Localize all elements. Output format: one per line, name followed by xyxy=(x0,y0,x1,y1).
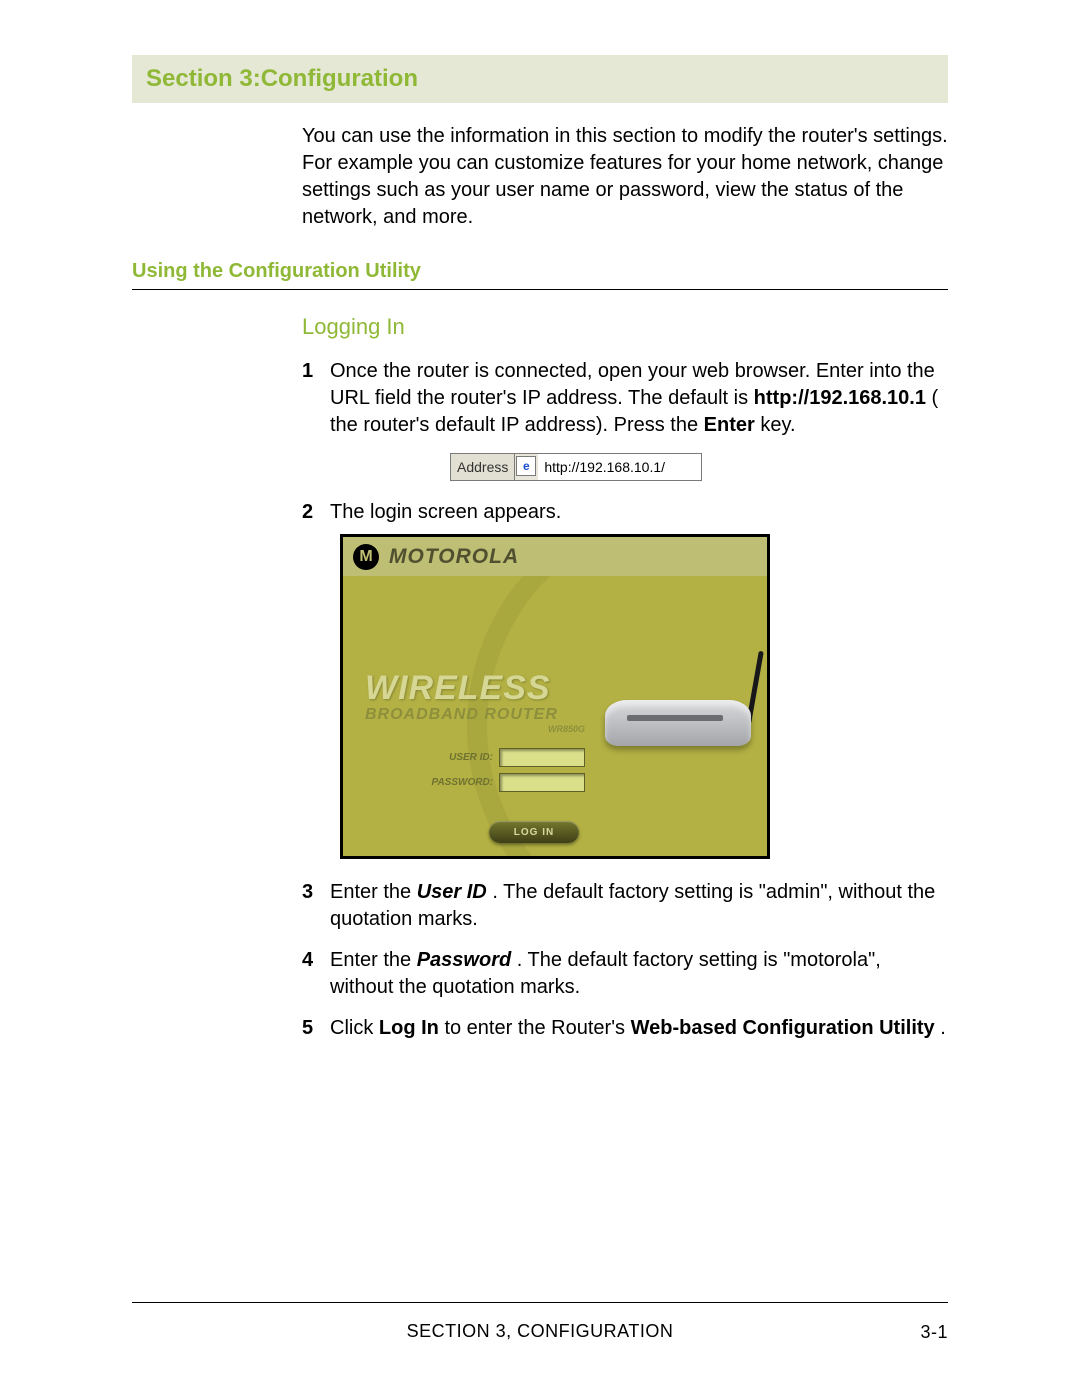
router-slot-icon xyxy=(627,715,723,721)
login-body: WIRELESS BROADBAND ROUTER WR850G USER ID… xyxy=(343,576,767,856)
login-subtitle: BROADBAND ROUTER xyxy=(365,704,558,726)
step3-userid: User ID xyxy=(417,881,487,903)
step1-mid-open: ( xyxy=(932,387,939,409)
step5-mid: to enter the Router's xyxy=(444,1017,630,1039)
router-illustration xyxy=(601,654,761,746)
login-header: M MOTOROLA xyxy=(343,537,767,576)
password-row: PASSWORD: xyxy=(365,773,585,792)
topic-title: Logging In xyxy=(302,314,948,340)
step-2: The login screen appears. M MOTOROLA WIR… xyxy=(302,499,948,859)
step1-post: key. xyxy=(760,414,795,436)
subsection-rule: Using the Configuration Utility xyxy=(132,259,948,290)
step5-post: . xyxy=(940,1017,946,1039)
login-screenshot: M MOTOROLA WIRELESS BROADBAND ROUTER WR8… xyxy=(340,534,770,859)
password-field[interactable] xyxy=(499,773,585,792)
page-footer: SECTION 3, CONFIGURATION 3-1 xyxy=(132,1302,948,1342)
step-3: Enter the User ID . The default factory … xyxy=(302,879,948,933)
footer-center: SECTION 3, CONFIGURATION xyxy=(407,1321,674,1342)
section-title: Section 3:Configuration xyxy=(146,65,934,93)
userid-field[interactable] xyxy=(499,748,585,767)
subsection-title: Using the Configuration Utility xyxy=(132,260,948,283)
ie-page-icon: e xyxy=(516,456,536,476)
address-url: http://192.168.10.1/ xyxy=(538,454,701,480)
userid-row: USER ID: xyxy=(365,748,585,767)
login-button[interactable]: LOG IN xyxy=(489,821,579,843)
login-form: USER ID: PASSWORD: xyxy=(365,748,585,798)
step1-mid: the router's default IP address). Press … xyxy=(330,414,704,436)
motorola-logo-icon: M xyxy=(353,544,379,570)
step1-url: http://192.168.10.1 xyxy=(754,387,926,409)
step1-enter: Enter xyxy=(704,414,755,436)
step5-login: Log In xyxy=(379,1017,439,1039)
login-model: WR850G xyxy=(548,723,585,735)
step3-pre: Enter the xyxy=(330,881,417,903)
step4-password: Password xyxy=(417,949,511,971)
footer-page-number: 3-1 xyxy=(920,1304,948,1343)
motorola-wordmark: MOTOROLA xyxy=(389,543,519,571)
step5-pre: Click xyxy=(330,1017,379,1039)
step4-pre: Enter the xyxy=(330,949,417,971)
section-header: Section 3:Configuration xyxy=(132,55,948,103)
address-label: Address xyxy=(451,454,515,480)
step2-text: The login screen appears. xyxy=(330,501,561,523)
step-1: Once the router is connected, open your … xyxy=(302,358,948,481)
password-label: PASSWORD: xyxy=(365,776,499,790)
step-list: Once the router is connected, open your … xyxy=(302,358,948,1042)
address-bar-mock: Address e http://192.168.10.1/ xyxy=(450,453,702,481)
userid-label: USER ID: xyxy=(365,751,499,765)
step-5: Click Log In to enter the Router's Web-b… xyxy=(302,1015,948,1042)
step5-utility: Web-based Configuration Utility xyxy=(631,1017,935,1039)
step-4: Enter the Password . The default factory… xyxy=(302,947,948,1001)
intro-paragraph: You can use the information in this sect… xyxy=(302,123,948,231)
router-body-icon xyxy=(605,700,751,746)
